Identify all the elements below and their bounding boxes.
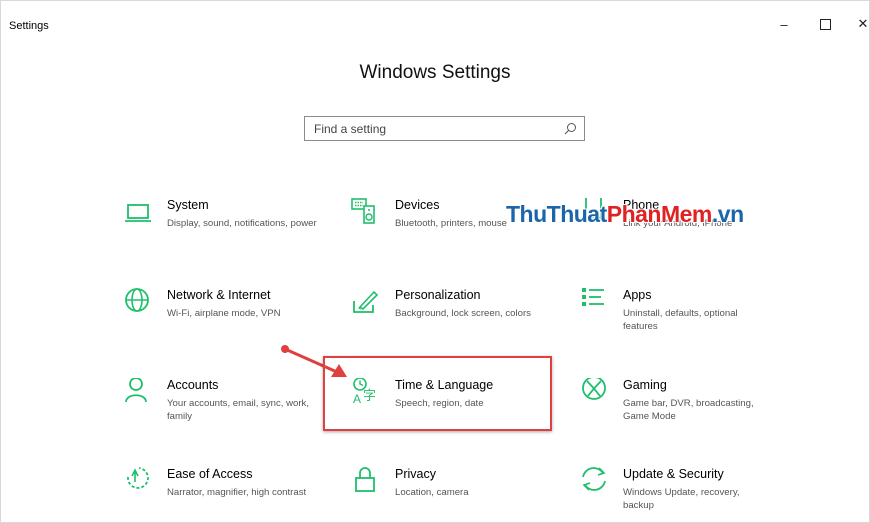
watermark: ThuThuatPhanMem.vn <box>506 201 744 227</box>
minimize-button[interactable]: – <box>773 13 795 35</box>
tile-name: Gaming <box>623 378 667 392</box>
paint-brush-icon <box>353 290 379 313</box>
page-title: Windows Settings <box>359 62 511 83</box>
keyboard-speaker-icon <box>351 198 375 224</box>
tile-name: Ease of Access <box>167 467 253 481</box>
tile-gaming[interactable]: Gaming Game bar, DVR, broadcasting, Game… <box>579 378 779 438</box>
tile-personalization[interactable]: Personalization Background, lock screen,… <box>351 288 551 348</box>
ease-of-access-icon <box>127 467 149 489</box>
tile-name: Network & Internet <box>167 288 271 302</box>
maximize-button[interactable] <box>814 13 836 35</box>
tile-privacy[interactable]: Privacy Location, camera <box>351 467 551 522</box>
settings-window: Settings – ✕ Windows Settings System Dis… <box>0 0 870 523</box>
tile-description: Narrator, magnifier, high contrast <box>167 487 307 498</box>
tile-description: Uninstall, defaults, optional features <box>623 308 738 332</box>
tile-apps[interactable]: Apps Uninstall, defaults, optional featu… <box>579 288 779 348</box>
title-bar[interactable]: Settings – ✕ <box>1 1 869 32</box>
tile-description: Your accounts, email, sync, work, family <box>167 398 310 422</box>
tile-description: Background, lock screen, colors <box>395 308 531 319</box>
lock-icon <box>355 467 375 492</box>
tile-description: Windows Update, recovery, backup <box>623 487 740 511</box>
maximize-icon <box>819 18 831 30</box>
sync-arrows-icon <box>582 467 606 491</box>
highlight-box <box>323 356 552 431</box>
tile-description: Wi-Fi, airplane mode, VPN <box>167 308 281 319</box>
apps-list-icon <box>582 288 604 306</box>
laptop-icon <box>125 204 151 222</box>
tile-name: System <box>167 198 209 212</box>
tile-name: Devices <box>395 198 440 212</box>
tile-ease-of-access[interactable]: Ease of Access Narrator, magnifier, high… <box>123 467 323 522</box>
tile-accounts[interactable]: Accounts Your accounts, email, sync, wor… <box>123 378 323 438</box>
tile-name: Accounts <box>167 378 219 392</box>
xbox-icon <box>582 378 606 400</box>
close-button[interactable]: ✕ <box>852 13 869 35</box>
tile-description: Game bar, DVR, broadcasting, Game Mode <box>623 398 754 422</box>
tile-name: Personalization <box>395 288 481 302</box>
search-box[interactable] <box>304 116 585 141</box>
search-icon[interactable] <box>564 122 577 135</box>
tile-update-security[interactable]: Update & Security Windows Update, recove… <box>579 467 779 522</box>
search-input[interactable] <box>305 117 564 140</box>
tile-description: Location, camera <box>395 487 469 498</box>
tile-name: Apps <box>623 288 652 302</box>
person-icon <box>125 378 147 403</box>
tile-description: Display, sound, notifications, power <box>167 218 317 229</box>
tile-name: Update & Security <box>623 467 724 481</box>
window-title: Settings <box>9 20 49 32</box>
tile-system[interactable]: System Display, sound, notifications, po… <box>123 198 323 258</box>
globe-icon <box>125 288 149 312</box>
tile-name: Privacy <box>395 467 436 481</box>
